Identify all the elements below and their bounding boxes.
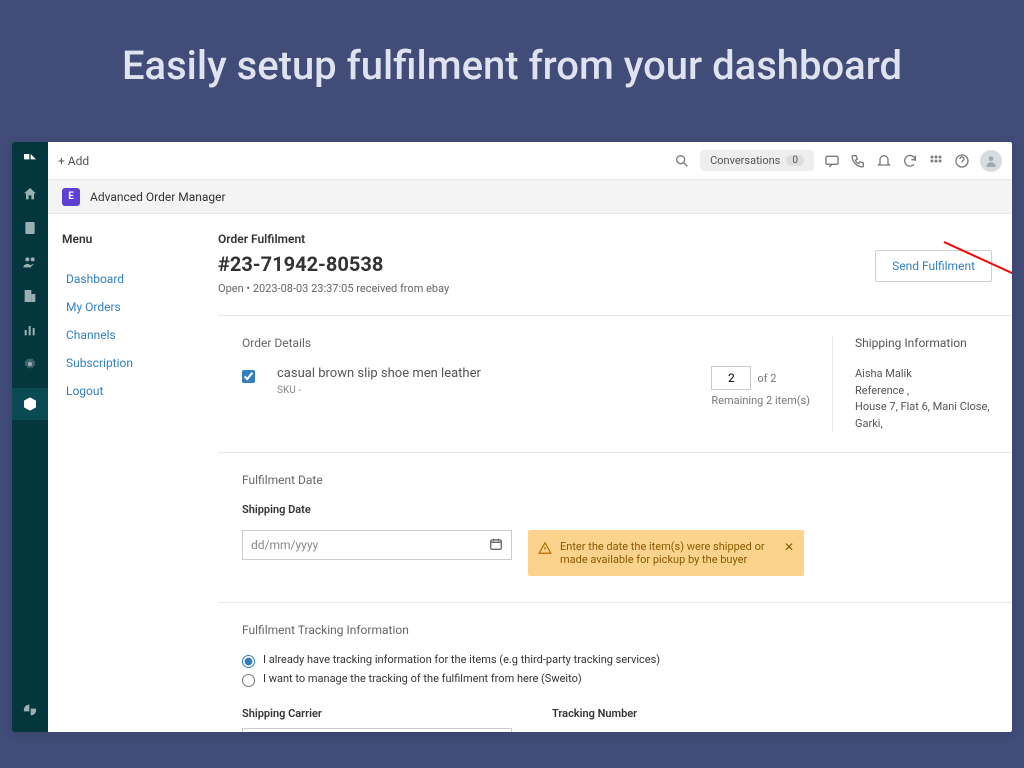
tracking-radio-manage[interactable] bbox=[242, 674, 255, 687]
refresh-icon[interactable] bbox=[902, 153, 918, 169]
menu-item-subscription[interactable]: Subscription bbox=[62, 354, 204, 372]
chat-icon[interactable] bbox=[824, 153, 840, 169]
date-placeholder: dd/mm/yyyy bbox=[251, 538, 318, 552]
tracking-option-existing-label: I already have tracking information for … bbox=[263, 653, 660, 666]
shipping-reference: Reference , bbox=[855, 383, 998, 400]
menu-item-channels[interactable]: Channels bbox=[62, 326, 204, 344]
doc-icon[interactable] bbox=[20, 218, 40, 238]
search-icon[interactable] bbox=[674, 153, 690, 169]
analytics-icon[interactable] bbox=[20, 320, 40, 340]
app-icon: E bbox=[62, 188, 80, 206]
tracking-radio-existing[interactable] bbox=[242, 655, 255, 668]
send-fulfilment-button[interactable]: Send Fulfilment bbox=[875, 250, 992, 282]
tracking-option-manage-label: I want to manage the tracking of the ful… bbox=[263, 672, 582, 685]
carrier-label: Shipping Carrier bbox=[242, 707, 512, 720]
order-details-title: Order Details bbox=[242, 336, 810, 350]
shipping-name: Aisha Malik bbox=[855, 366, 998, 383]
hero-title: Easily setup fulfilment from your dashbo… bbox=[0, 0, 1024, 119]
conversations-label: Conversations bbox=[710, 154, 780, 167]
qty-input[interactable] bbox=[711, 366, 751, 390]
pre-title: Order Fulfilment bbox=[218, 232, 875, 246]
shipping-line1: House 7, Flat 6, Mani Close, bbox=[855, 399, 998, 416]
subheader: E Advanced Order Manager bbox=[48, 180, 1012, 214]
menu-title: Menu bbox=[62, 232, 204, 246]
help-icon[interactable] bbox=[954, 153, 970, 169]
alert-text: Enter the date the item(s) were shipped … bbox=[560, 540, 765, 566]
apps-icon[interactable] bbox=[928, 153, 944, 169]
calendar-icon bbox=[489, 537, 503, 554]
menu-item-my-orders[interactable]: My Orders bbox=[62, 298, 204, 316]
building-icon[interactable] bbox=[20, 286, 40, 306]
tracking-section: Fulfilment Tracking Information I alread… bbox=[218, 603, 828, 732]
home-icon[interactable] bbox=[20, 184, 40, 204]
order-card: Order Details casual brown slip shoe men… bbox=[218, 315, 1012, 432]
package-icon[interactable] bbox=[12, 388, 48, 420]
shipping-title: Shipping Information bbox=[855, 336, 998, 350]
shipping-panel: Shipping Information Aisha Malik Referen… bbox=[832, 336, 1012, 432]
qty-block: of 2 Remaining 2 item(s) bbox=[711, 366, 810, 407]
app-sidebar bbox=[12, 142, 48, 732]
order-number: #23-71942-80538 bbox=[218, 252, 875, 276]
qty-of: of 2 bbox=[757, 372, 776, 385]
tracking-option-existing[interactable]: I already have tracking information for … bbox=[242, 653, 804, 668]
menu-item-logout[interactable]: Logout bbox=[62, 382, 204, 400]
content: Menu Dashboard My Orders Channels Subscr… bbox=[48, 214, 1012, 732]
phone-icon[interactable] bbox=[850, 153, 866, 169]
shipping-date-label: Shipping Date bbox=[242, 503, 804, 516]
qty-remaining: Remaining 2 item(s) bbox=[711, 394, 810, 407]
bell-icon[interactable] bbox=[876, 153, 892, 169]
fulfilment-date-section: Fulfilment Date Shipping Date dd/mm/yyyy… bbox=[218, 453, 828, 576]
tracking-option-manage[interactable]: I want to manage the tracking of the ful… bbox=[242, 672, 804, 687]
zendesk-icon[interactable] bbox=[20, 700, 40, 720]
logo-icon[interactable] bbox=[20, 150, 40, 170]
fulfilment-date-title: Fulfilment Date bbox=[242, 473, 804, 487]
avatar[interactable] bbox=[980, 150, 1002, 172]
item-name: casual brown slip shoe men leather bbox=[277, 366, 481, 381]
conversations-count: 0 bbox=[786, 155, 804, 166]
page-header: Order Fulfilment #23-71942-80538 Open • … bbox=[218, 232, 1012, 295]
gear-icon[interactable] bbox=[20, 354, 40, 374]
item-sku: SKU - bbox=[277, 385, 481, 396]
warning-icon bbox=[538, 541, 552, 555]
menu-item-dashboard[interactable]: Dashboard bbox=[62, 270, 204, 288]
order-line: casual brown slip shoe men leather SKU -… bbox=[242, 366, 810, 407]
main: Order Fulfilment #23-71942-80538 Open • … bbox=[218, 214, 1012, 732]
conversations-pill[interactable]: Conversations 0 bbox=[700, 150, 814, 171]
users-icon[interactable] bbox=[20, 252, 40, 272]
menu-panel: Menu Dashboard My Orders Channels Subscr… bbox=[48, 214, 218, 732]
app-name: Advanced Order Manager bbox=[90, 190, 226, 204]
shipping-date-input[interactable]: dd/mm/yyyy bbox=[242, 530, 512, 560]
date-alert: Enter the date the item(s) were shipped … bbox=[528, 530, 804, 576]
order-meta: Open • 2023-08-03 23:37:05 received from… bbox=[218, 282, 875, 295]
close-icon[interactable]: ✕ bbox=[784, 540, 794, 554]
topbar: + Add Conversations 0 bbox=[48, 142, 1012, 180]
carrier-select[interactable]: ~ Select Shipping Carrier ~ bbox=[242, 728, 512, 732]
app-window: + Add Conversations 0 E Advanced Order M… bbox=[12, 142, 1012, 732]
line-checkbox[interactable] bbox=[242, 370, 255, 383]
shipping-line2: Garki, bbox=[855, 416, 998, 433]
tracking-title: Fulfilment Tracking Information bbox=[242, 623, 804, 637]
add-button[interactable]: + Add bbox=[58, 154, 89, 168]
tracking-number-label: Tracking Number bbox=[552, 707, 637, 720]
